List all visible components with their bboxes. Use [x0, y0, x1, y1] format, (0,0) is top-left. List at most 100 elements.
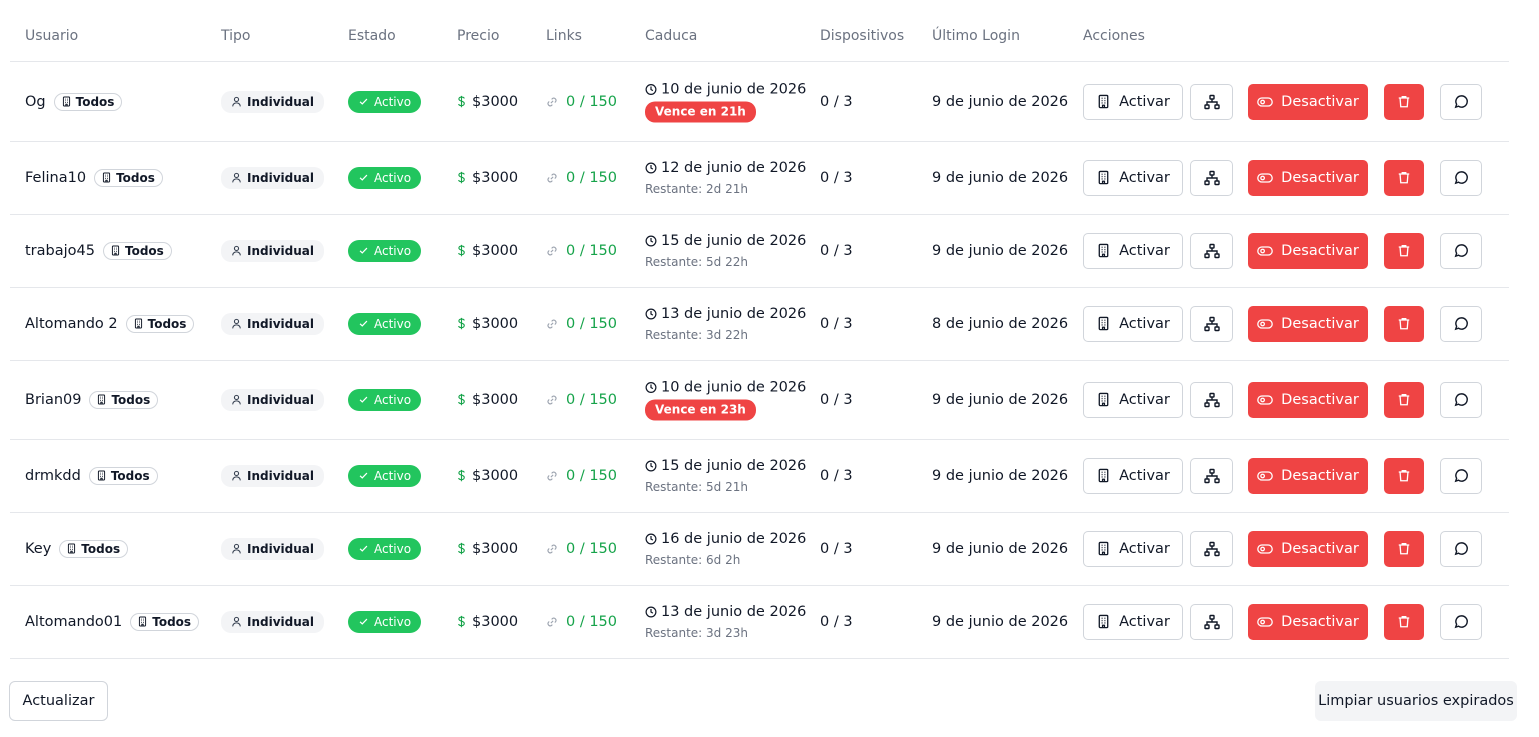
- status-badge: Activo: [348, 464, 422, 487]
- type-badge: Individual: [221, 610, 324, 633]
- table-row: Og Todos Individual Activo $3000 0 / 150…: [10, 62, 1509, 142]
- last-login-value: 9 de junio de 2026: [932, 613, 1069, 630]
- activate-button[interactable]: Activar: [1083, 457, 1183, 494]
- refresh-button[interactable]: Actualizar: [9, 681, 108, 721]
- links-cell: 0 / 150: [546, 94, 617, 110]
- link-icon: [546, 616, 558, 628]
- deactivate-button[interactable]: Desactivar: [1248, 603, 1368, 640]
- deactivate-button[interactable]: Desactivar: [1248, 159, 1368, 196]
- status-badge: Activo: [348, 239, 422, 262]
- type-badge: Individual: [221, 166, 324, 189]
- activate-button[interactable]: Activar: [1083, 159, 1183, 196]
- delete-button[interactable]: [1384, 381, 1424, 418]
- type-label: Individual: [247, 541, 314, 556]
- username: Felina10: [25, 169, 87, 186]
- delete-button[interactable]: [1384, 159, 1424, 196]
- message-button[interactable]: [1440, 530, 1482, 567]
- scope-badge: Todos: [125, 314, 195, 333]
- activate-button[interactable]: Activar: [1083, 83, 1183, 120]
- links-value: 0 / 150: [566, 391, 618, 408]
- hierarchy-button[interactable]: [1190, 159, 1233, 196]
- deactivate-button[interactable]: Desactivar: [1248, 232, 1368, 269]
- dollar-icon: [457, 317, 466, 330]
- links-cell: 0 / 150: [546, 243, 617, 259]
- hierarchy-button[interactable]: [1190, 381, 1233, 418]
- activate-label: Activar: [1119, 540, 1170, 557]
- clear-expired-users-button[interactable]: Limpiar usuarios expirados: [1315, 681, 1517, 721]
- type-badge: Individual: [221, 312, 324, 335]
- username: Altomando01: [25, 613, 123, 630]
- devices-value: 0 / 3: [820, 391, 853, 408]
- time-remaining: Restante: 3d 23h: [645, 625, 748, 640]
- message-button[interactable]: [1440, 603, 1482, 640]
- trash-icon: [1397, 541, 1411, 556]
- last-login-value: 9 de junio de 2026: [932, 540, 1069, 557]
- scope-label: Todos: [124, 243, 164, 258]
- deactivate-button[interactable]: Desactivar: [1248, 83, 1368, 120]
- table-row: drmkdd Todos Individual Activo $3000 0 /…: [10, 439, 1509, 513]
- dollar-icon: [457, 171, 466, 184]
- link-icon: [546, 96, 558, 108]
- activate-button[interactable]: Activar: [1083, 232, 1183, 269]
- message-button[interactable]: [1440, 159, 1482, 196]
- links-value: 0 / 150: [566, 93, 618, 110]
- building-icon: [1096, 392, 1111, 407]
- deactivate-button[interactable]: Desactivar: [1248, 305, 1368, 342]
- user-cell: Key Todos: [25, 539, 129, 558]
- price-cell: $3000: [457, 392, 518, 408]
- last-login-value: 9 de junio de 2026: [932, 391, 1069, 408]
- link-icon: [546, 470, 558, 482]
- price-value: $3000: [472, 391, 519, 408]
- hierarchy-button[interactable]: [1190, 305, 1233, 342]
- column-header: Caduca: [645, 28, 698, 44]
- expires-date-text: 13 de junio de 2026: [661, 305, 807, 322]
- delete-button[interactable]: [1384, 305, 1424, 342]
- delete-button[interactable]: [1384, 457, 1424, 494]
- activate-button[interactable]: Activar: [1083, 530, 1183, 567]
- type-label: Individual: [247, 468, 314, 483]
- building-icon: [133, 318, 144, 329]
- activate-button[interactable]: Activar: [1083, 381, 1183, 418]
- message-button[interactable]: [1440, 232, 1482, 269]
- expires-date-text: 15 de junio de 2026: [661, 232, 807, 249]
- user-icon: [231, 318, 242, 329]
- status-badge: Activo: [348, 388, 422, 411]
- delete-button[interactable]: [1384, 530, 1424, 567]
- clock-icon: [645, 533, 657, 545]
- hierarchy-button[interactable]: [1190, 457, 1233, 494]
- message-button[interactable]: [1440, 305, 1482, 342]
- scope-label: Todos: [111, 392, 151, 407]
- activate-button[interactable]: Activar: [1083, 305, 1183, 342]
- table-row: Felina10 Todos Individual Activo $3000 0…: [10, 141, 1509, 215]
- username: trabajo45: [25, 242, 95, 259]
- delete-button[interactable]: [1384, 232, 1424, 269]
- check-icon: [358, 318, 369, 329]
- user-icon: [231, 394, 242, 405]
- status-label: Activo: [374, 316, 412, 331]
- scope-label: Todos: [81, 541, 121, 556]
- price-cell: $3000: [457, 243, 518, 259]
- building-icon: [96, 394, 107, 405]
- time-remaining: Restante: 6d 2h: [645, 552, 741, 567]
- hierarchy-button[interactable]: [1190, 83, 1233, 120]
- deactivate-label: Desactivar: [1281, 613, 1359, 630]
- hierarchy-button[interactable]: [1190, 232, 1233, 269]
- delete-button[interactable]: [1384, 83, 1424, 120]
- delete-button[interactable]: [1384, 603, 1424, 640]
- message-button[interactable]: [1440, 457, 1482, 494]
- links-value: 0 / 150: [566, 613, 618, 630]
- clock-icon: [645, 308, 657, 320]
- deactivate-button[interactable]: Desactivar: [1248, 457, 1368, 494]
- deactivate-button[interactable]: Desactivar: [1248, 530, 1368, 567]
- activate-button[interactable]: Activar: [1083, 603, 1183, 640]
- message-button[interactable]: [1440, 83, 1482, 120]
- hierarchy-button[interactable]: [1190, 603, 1233, 640]
- hierarchy-button[interactable]: [1190, 530, 1233, 567]
- dollar-icon: [457, 95, 466, 108]
- deactivate-button[interactable]: Desactivar: [1248, 381, 1368, 418]
- scope-badge: Todos: [102, 241, 172, 260]
- status-badge: Activo: [348, 610, 422, 633]
- type-badge: Individual: [221, 90, 324, 113]
- message-button[interactable]: [1440, 381, 1482, 418]
- links-value: 0 / 150: [566, 242, 618, 259]
